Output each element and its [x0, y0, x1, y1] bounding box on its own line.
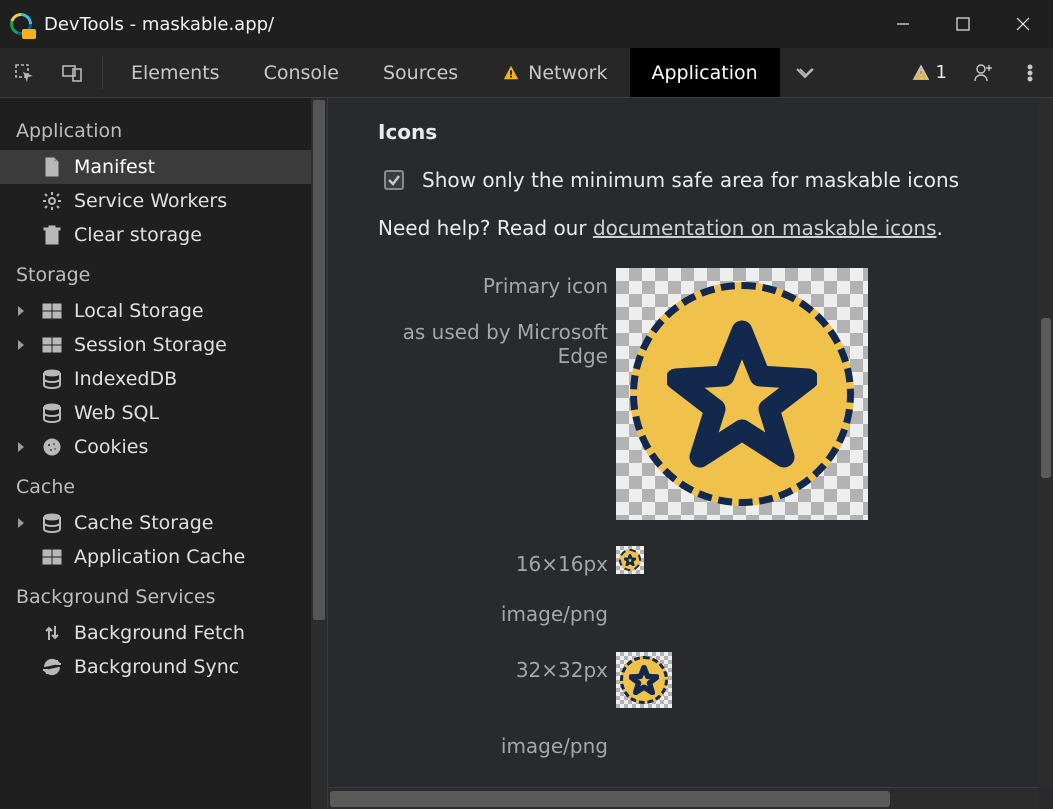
icon-row-1-size: 32×32px [378, 652, 608, 682]
sidebar-item-label: IndexedDB [74, 368, 177, 390]
panel-horizontal-scrollbar[interactable] [328, 787, 1039, 809]
sidebar-item-background-sync[interactable]: Background Sync [0, 650, 327, 684]
inspect-element-button[interactable] [0, 62, 48, 84]
sidebar-item-local-storage[interactable]: Local Storage [0, 294, 327, 328]
warnings-count: 1 [936, 62, 947, 83]
tab-application[interactable]: Application [630, 48, 780, 97]
tab-elements[interactable]: Elements [109, 48, 242, 97]
gear-icon [42, 191, 62, 211]
sidebar-item-label: Background Sync [74, 656, 239, 678]
sync-icon [42, 657, 62, 677]
sidebar-section-storage: Storage [0, 252, 327, 294]
maskable-safearea-label: Show only the minimum safe area for mask… [422, 168, 959, 192]
primary-icon-preview [616, 268, 868, 520]
table-icon [42, 335, 62, 355]
table-icon [42, 547, 62, 567]
sidebar-item-label: Web SQL [74, 402, 159, 424]
sidebar-item-label: Cache Storage [74, 512, 213, 534]
more-tabs-button[interactable] [780, 48, 830, 97]
cookie-icon [42, 437, 62, 457]
sidebar-item-label: Local Storage [74, 300, 204, 322]
arrows-ud-icon [42, 623, 62, 643]
expand-caret-icon [18, 442, 24, 452]
edge-devtools-icon [10, 13, 32, 35]
feedback-button[interactable] [961, 61, 1007, 85]
application-sidebar: Application Manifest Service Workers Clear … [0, 98, 328, 809]
sidebar-item-clear-storage[interactable]: Clear storage [0, 218, 327, 252]
tab-sources[interactable]: Sources [361, 48, 480, 97]
db-icon [42, 403, 62, 423]
sidebar-item-label: Cookies [74, 436, 148, 458]
sidebar-item-cookies[interactable]: Cookies [0, 430, 327, 464]
settings-kebab-button[interactable] [1007, 63, 1053, 83]
file-icon [42, 157, 62, 177]
sidebar-section-background-services: Background Services [0, 574, 327, 616]
maskable-docs-link[interactable]: documentation on maskable icons [593, 216, 937, 240]
help-text: Need help? Read our documentation on mas… [378, 216, 1013, 240]
device-emulation-button[interactable] [48, 62, 96, 84]
window-title: DevTools - maskable.app/ [44, 14, 274, 35]
sidebar-section-cache: Cache [0, 464, 327, 506]
maskable-safearea-checkbox[interactable] [384, 170, 404, 190]
manifest-panel: Icons Show only the minimum safe area fo… [328, 98, 1053, 809]
expand-caret-icon [18, 518, 24, 528]
warnings-indicator[interactable]: 1 [898, 62, 961, 83]
window-titlebar: DevTools - maskable.app/ [0, 0, 1053, 48]
icon-row-1-mime: image/png [378, 734, 608, 758]
icon-row-0-mime: image/png [378, 602, 608, 626]
expand-caret-icon [18, 306, 24, 316]
sidebar-item-manifest[interactable]: Manifest [0, 150, 327, 184]
star-icon [624, 554, 636, 566]
table-icon [42, 301, 62, 321]
icon-row-1-preview [616, 652, 672, 708]
tab-network[interactable]: Network [480, 48, 629, 97]
devtools-toolbar: ElementsConsoleSourcesNetworkApplication… [0, 48, 1053, 98]
sidebar-item-application-cache[interactable]: Application Cache [0, 540, 327, 574]
sidebar-item-label: Clear storage [74, 224, 202, 246]
window-minimize-button[interactable] [873, 0, 933, 48]
sidebar-item-label: Application Cache [74, 546, 245, 568]
sidebar-section-application: Application [0, 108, 327, 150]
star-icon [667, 319, 817, 469]
icon-row-0-size: 16×16px [378, 546, 608, 576]
sidebar-item-background-fetch[interactable]: Background Fetch [0, 616, 327, 650]
warning-icon [912, 64, 930, 82]
panel-vertical-scrollbar[interactable] [1039, 98, 1053, 787]
sidebar-item-session-storage[interactable]: Session Storage [0, 328, 327, 362]
star-icon [629, 665, 659, 695]
sidebar-item-label: Service Workers [74, 190, 227, 212]
sidebar-item-label: Background Fetch [74, 622, 245, 644]
sidebar-item-service-workers[interactable]: Service Workers [0, 184, 327, 218]
window-close-button[interactable] [993, 0, 1053, 48]
sidebar-item-label: Manifest [74, 156, 155, 178]
db-icon [42, 369, 62, 389]
tab-console[interactable]: Console [242, 48, 361, 97]
sidebar-item-cache-storage[interactable]: Cache Storage [0, 506, 327, 540]
primary-icon-label: Primary icon as used by Microsoft Edge [378, 268, 608, 368]
sidebar-scrollbar[interactable] [311, 98, 327, 809]
warning-icon [502, 64, 520, 82]
trash-icon [42, 225, 62, 245]
window-maximize-button[interactable] [933, 0, 993, 48]
sidebar-item-web-sql[interactable]: Web SQL [0, 396, 327, 430]
sidebar-item-label: Session Storage [74, 334, 227, 356]
expand-caret-icon [18, 340, 24, 350]
icon-row-0-preview [616, 546, 644, 574]
db-icon [42, 513, 62, 533]
panel-heading: Icons [378, 120, 1013, 144]
sidebar-item-indexeddb[interactable]: IndexedDB [0, 362, 327, 396]
